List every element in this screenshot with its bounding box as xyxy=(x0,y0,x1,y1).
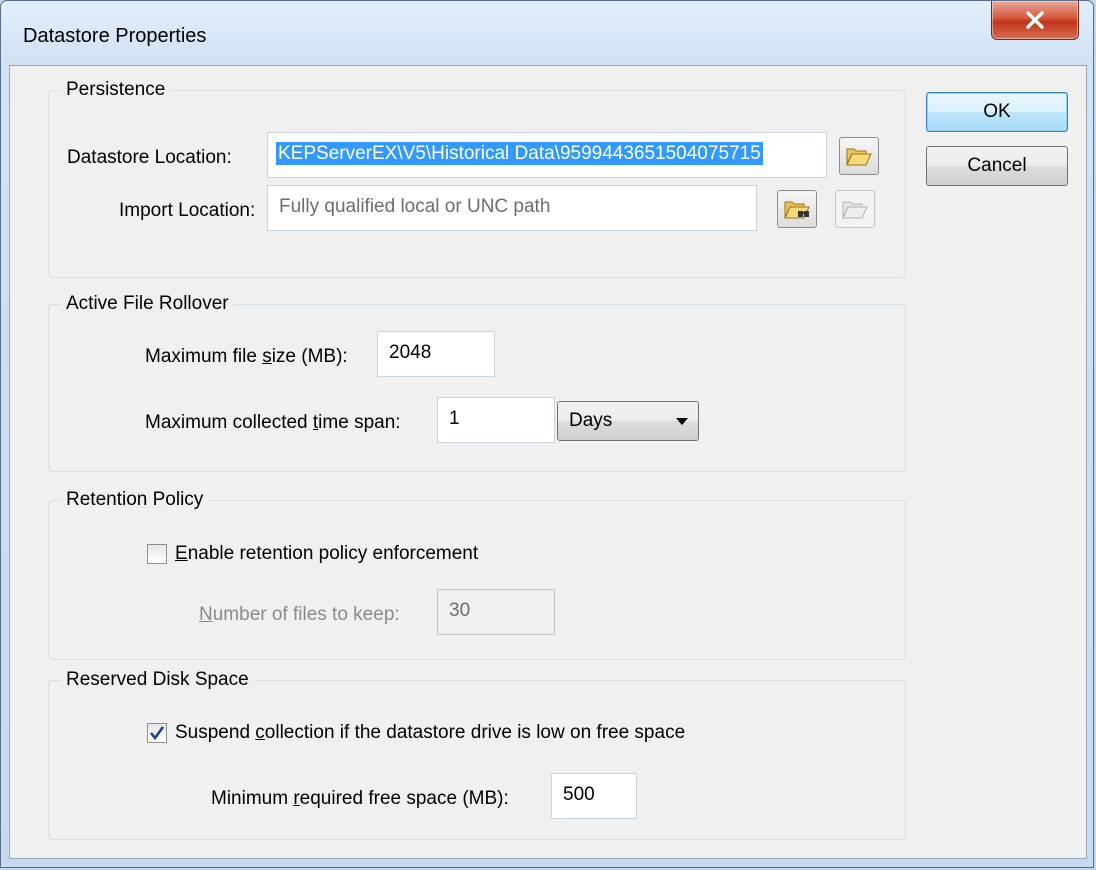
window-title: Datastore Properties xyxy=(23,25,207,47)
import-location-label: Import Location: xyxy=(119,200,256,221)
retention-group: Retention Policy Enable retention policy… xyxy=(48,488,906,660)
datastore-location-value: KEPServerEX\V5\Historical Data\959944365… xyxy=(276,142,763,165)
import-location-field[interactable]: Fully qualified local or UNC path xyxy=(267,185,757,231)
time-unit-selected: Days xyxy=(569,410,613,431)
dialog-window: Datastore Properties Persistence Datasto… xyxy=(0,0,1094,868)
files-to-keep-input[interactable]: 30 xyxy=(437,589,555,635)
browse-import-button[interactable] xyxy=(777,190,817,228)
suspend-collection-label[interactable]: Suspend collection if the datastore driv… xyxy=(175,721,685,745)
chevron-down-icon xyxy=(676,418,688,425)
close-icon xyxy=(1026,11,1044,29)
checkmark-icon xyxy=(149,726,165,741)
browse-datastore-button[interactable] xyxy=(839,137,879,175)
ok-button[interactable]: OK xyxy=(926,92,1068,132)
max-time-span-label: Maximum collected time span: xyxy=(145,412,401,433)
max-file-size-input[interactable]: 2048 xyxy=(377,331,495,377)
enable-retention-label[interactable]: Enable retention policy enforcement xyxy=(175,542,478,566)
enable-retention-checkbox[interactable] xyxy=(147,544,167,564)
datastore-location-field[interactable]: KEPServerEX\V5\Historical Data\959944365… xyxy=(267,132,827,178)
import-folder-button-disabled[interactable] xyxy=(835,190,875,228)
close-button[interactable] xyxy=(991,1,1079,40)
disk-space-group-label: Reserved Disk Space xyxy=(61,668,254,692)
disk-space-group: Reserved Disk Space Suspend collection i… xyxy=(48,668,906,840)
max-file-size-label: Maximum file size (MB): xyxy=(145,346,348,367)
folder-open-icon xyxy=(842,201,868,219)
time-unit-dropdown[interactable]: Days xyxy=(557,401,699,441)
rollover-group-label: Active File Rollover xyxy=(61,292,234,316)
folder-open-icon xyxy=(846,148,872,166)
suspend-collection-checkbox[interactable] xyxy=(147,723,167,743)
folder-search-icon xyxy=(784,201,810,219)
rollover-group: Active File Rollover Maximum file size (… xyxy=(48,292,906,472)
min-free-space-input[interactable]: 500 xyxy=(551,773,637,819)
max-time-span-input[interactable]: 1 xyxy=(437,397,555,443)
persistence-group-label: Persistence xyxy=(61,78,171,102)
min-free-space-label: Minimum required free space (MB): xyxy=(211,788,509,809)
persistence-group: Persistence Datastore Location: KEPServe… xyxy=(48,78,906,278)
cancel-button[interactable]: Cancel xyxy=(926,146,1068,186)
retention-group-label: Retention Policy xyxy=(61,488,209,512)
datastore-location-label: Datastore Location: xyxy=(67,147,232,168)
dialog-client-area: Persistence Datastore Location: KEPServe… xyxy=(9,65,1087,859)
files-to-keep-label: Number of files to keep: xyxy=(199,604,400,625)
title-bar[interactable]: Datastore Properties xyxy=(1,1,1093,65)
